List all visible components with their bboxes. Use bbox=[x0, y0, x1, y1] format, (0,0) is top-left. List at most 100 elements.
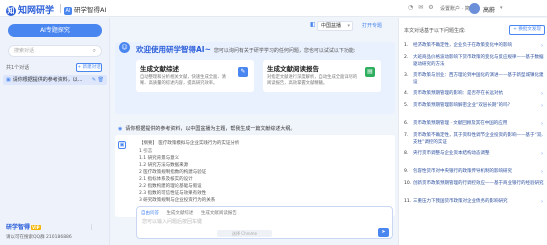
question-number: 10. bbox=[404, 181, 412, 186]
chevron-right-icon[interactable]: › bbox=[541, 55, 543, 62]
chevron-right-icon[interactable]: › bbox=[541, 181, 543, 188]
reply-line: 2 医疗政策规制指数的构建与验证 bbox=[139, 170, 207, 175]
chevron-down-icon: ▾ bbox=[347, 23, 350, 29]
sidebar-chat-item[interactable]: ▣ 请你根据提供的参考资料，以... ✎ 🗑 bbox=[3, 75, 107, 85]
question-text: 货币政策预期管理 · 文献回顾及其在中国的应用 bbox=[413, 121, 508, 126]
question-text: 创新货币政策预期管理的行调控效应——基于商业银行的经验研究 bbox=[413, 181, 544, 186]
refresh-button[interactable]: + 换批文发现 bbox=[509, 25, 545, 35]
qq-group-info: 请以可在搜索QQ群 210186886 bbox=[6, 235, 72, 240]
user-name[interactable]: 高蔚 bbox=[483, 5, 495, 14]
card-desc: 对指定文献进行深度解析，自动生成全面详尽的阅读报告，高效掌握文献精髓。 bbox=[267, 75, 358, 86]
app-logo[interactable]: 知知网研学 bbox=[6, 3, 54, 16]
sub-app-title[interactable]: AI 研学智得AI bbox=[64, 4, 106, 15]
chevron-right-icon[interactable]: › bbox=[541, 91, 543, 98]
avatar[interactable] bbox=[469, 3, 480, 14]
top-bar: 知知网研学 AI 研学智得AI ◔ ✉ ⚙ 设置账户 · 简约 高蔚 ▾ bbox=[0, 0, 547, 17]
brand-footer[interactable]: 研学智得 VIP ⋮ bbox=[6, 222, 95, 231]
question-item[interactable]: 1. 经济政策不确定性，企业负于在政策变化中的影响 › bbox=[404, 43, 544, 50]
suggested-questions-panel: 本文对话基于以下问题生成: + 换批文发现 1. 经济政策不确定性，企业负于在政策… bbox=[398, 18, 547, 245]
question-text: 大班商品价格波动影响下货币政策的变化与反应规律——基于数据驱动研究的方法 bbox=[413, 55, 544, 67]
question-number: 11. bbox=[404, 199, 412, 204]
more-icon[interactable]: ⋮ bbox=[89, 224, 95, 231]
input-tabs: 自由问答 生成文献综述 生成文献阅读报告 bbox=[141, 210, 243, 216]
ai-reply: ▣ 【纲要】 医疗政策模拟与企业实践行为的实证分析 1 引言 1.1 研究背景与… bbox=[115, 135, 395, 217]
card-desc: 自动整理和分析相关文献，快速生成全面、清晰、高质量的综述内容，提高研究效率。 bbox=[140, 75, 226, 86]
search-placeholder: 搜索对话 bbox=[14, 48, 35, 54]
report-icon: ▤ bbox=[365, 67, 375, 77]
ai-topic-button[interactable]: AI专题探究 bbox=[8, 24, 102, 37]
search-icon[interactable]: ⌕ bbox=[93, 46, 96, 56]
open-topic-button[interactable]: 打开专题 bbox=[362, 22, 382, 29]
question-item[interactable]: 2. 大班商品价格波动影响下货币政策的变化与反应规律——基于数据驱动研究的方法 › bbox=[404, 55, 544, 68]
chat-actions-icon[interactable]: ✎ 🗑 bbox=[92, 75, 104, 85]
question-number: 5. bbox=[404, 103, 409, 108]
brand-label: 研学智得 bbox=[6, 224, 31, 231]
welcome-panel: ☺ 欢迎使用研学智得AI~ 您可以询问有关于研学学习的任何问题，您也可以试试以下功… bbox=[115, 42, 395, 114]
chevron-right-icon[interactable]: › bbox=[541, 43, 543, 50]
welcome-title-text: 欢迎使用研学智得AI~ bbox=[136, 45, 211, 54]
chevron-right-icon[interactable]: › bbox=[541, 169, 543, 176]
new-conversation-button[interactable]: + 新建对话 bbox=[76, 63, 102, 72]
message-icon[interactable]: ✉ bbox=[418, 4, 423, 11]
question-item[interactable]: 6. 货币政策预期管理 · 文献回顾及其在中国的应用 › bbox=[404, 121, 544, 128]
chevron-right-icon[interactable]: › bbox=[541, 199, 543, 206]
send-button[interactable]: ➤ bbox=[378, 228, 389, 237]
logo-text: 知网研学 bbox=[18, 6, 55, 16]
card-reading-report[interactable]: 生成文献阅读报告 对指定文献进行深度解析，自动生成全面详尽的阅读报告，高效掌握文… bbox=[263, 60, 381, 92]
question-item[interactable]: 5. 货币政策预期管理影响解密企业“双层长期”的吗？ › bbox=[404, 103, 544, 110]
reply-line: 2.1 指标体系及核实的设计 bbox=[139, 177, 193, 182]
ai-app-icon: AI bbox=[64, 7, 72, 15]
question-item[interactable]: 8. 央行货币调整与企业资本结构动态调整 › bbox=[404, 151, 544, 158]
question-number: 7. bbox=[404, 133, 409, 138]
bell-icon[interactable]: ◔ bbox=[408, 4, 413, 11]
reply-line: 【纲要】 医疗政策模拟与企业实践行为的实证分析 bbox=[139, 141, 240, 146]
user-prompt: ◉ 请你根据提供的参考资料，以中国盆播为主题，帮我生成一篇文献综述大纲。 bbox=[118, 125, 295, 132]
tab-literature-review[interactable]: 生成文献综述 bbox=[166, 211, 193, 216]
welcome-subtitle: 您可以询问有关于研学学习的任何问题，您也可以试试以下功能: bbox=[213, 48, 356, 54]
settings-icon[interactable]: ⚙ bbox=[428, 4, 433, 11]
question-number: 4. bbox=[404, 91, 409, 96]
question-text: 货币政策与创业：西方理论到中国化的演进——基于新型城镇化建设 bbox=[413, 73, 544, 85]
topic-select-value: 中国盆播 bbox=[321, 23, 342, 29]
tab-free-qa[interactable]: 自由问答 bbox=[141, 211, 159, 216]
card-title: 生成文献阅读报告 bbox=[267, 65, 319, 73]
logo-mark: 知 bbox=[6, 6, 16, 16]
main-area: ◧ 中国盆播 ▾ 打开专题 ☺ 欢迎使用研学智得AI~ 您可以询问有关于研学学习的任… bbox=[110, 18, 397, 245]
question-item[interactable]: 11. 三重压力下我国货币政策对企业债务的影响研究 › bbox=[404, 199, 544, 206]
chat-title: 请你根据提供的参考资料，以... bbox=[12, 77, 83, 83]
chat-input-box[interactable]: 自由问答 生成文献综述 生成文献阅读报告 您可以输入问题后按回车键 选择 Chr… bbox=[136, 206, 393, 239]
topic-select[interactable]: 中国盆播 ▾ bbox=[317, 21, 353, 31]
chevron-right-icon[interactable]: › bbox=[541, 73, 543, 80]
ghost-button[interactable]: 选择 Chrome bbox=[217, 230, 272, 237]
vip-badge: VIP bbox=[31, 225, 41, 230]
card-literature-review[interactable]: 生成文献综述 自动整理和分析相关文献，快速生成全面、清晰、高质量的综述内容，提高… bbox=[136, 60, 254, 92]
question-text: 货币政策预期管理影响解密企业“双层长期”的吗？ bbox=[413, 103, 513, 108]
chevron-right-icon[interactable]: › bbox=[541, 133, 543, 140]
question-item[interactable]: 10. 创新货币政策预期管理的行调控效应——基于商业银行的经验研究 › bbox=[404, 181, 544, 188]
reply-line: 3 研究政策规制与企业投资行为的关系 bbox=[139, 198, 216, 203]
chevron-right-icon[interactable]: › bbox=[541, 103, 543, 110]
header-divider bbox=[60, 4, 61, 13]
question-text: 央行货币调整与企业资本结构动态调整 bbox=[413, 151, 490, 156]
card-title: 生成文献综述 bbox=[140, 65, 179, 73]
tab-reading-report[interactable]: 生成文献阅读报告 bbox=[201, 211, 237, 216]
sub-app-label: 研学智得AI bbox=[74, 6, 107, 14]
sidebar: AI专题探究 搜索对话 ⌕ 共1个对话 + 新建对话 ▣ 请你根据提供的参考资料，以… bbox=[0, 18, 110, 245]
welcome-title: 欢迎使用研学智得AI~ 您可以询问有关于研学学习的任何问题，您也可以试试以下功能: bbox=[136, 44, 356, 55]
question-item[interactable]: 4. 货币政策预期管理的影响：是否存在长远对抗 › bbox=[404, 91, 544, 98]
question-item[interactable]: 7. 货币政策不确定性，其于资料性调节企业投资的影响——基于“双支柱”调控的实证 › bbox=[404, 133, 544, 146]
search-input[interactable]: 搜索对话 ⌕ bbox=[8, 45, 102, 57]
pen-icon: ✎ bbox=[238, 67, 248, 77]
chevron-right-icon[interactable]: › bbox=[541, 151, 543, 158]
reply-icon: ▣ bbox=[118, 141, 126, 149]
chevron-right-icon[interactable]: › bbox=[541, 121, 543, 128]
question-item[interactable]: 9. 包容性货币对中央银行的政策传导机制的影响研究 › bbox=[404, 169, 544, 176]
chat-input-placeholder[interactable]: 您可以输入问题后按回车键 bbox=[142, 218, 202, 225]
reply-line: 1.2 研究方法与数据来源 bbox=[139, 163, 189, 168]
chevron-down-icon[interactable]: ▾ bbox=[500, 5, 503, 11]
question-number: 6. bbox=[404, 121, 409, 126]
question-text: 经济政策不确定性，企业负于在政策变化中的影响 bbox=[413, 43, 512, 48]
question-item[interactable]: 3. 货币政策与创业：西方理论到中国化的演进——基于新型城镇化建设 › bbox=[404, 73, 544, 86]
question-number: 3. bbox=[404, 73, 409, 78]
question-text: 货币政策预期管理的影响：是否存在长远对抗 bbox=[413, 91, 503, 96]
